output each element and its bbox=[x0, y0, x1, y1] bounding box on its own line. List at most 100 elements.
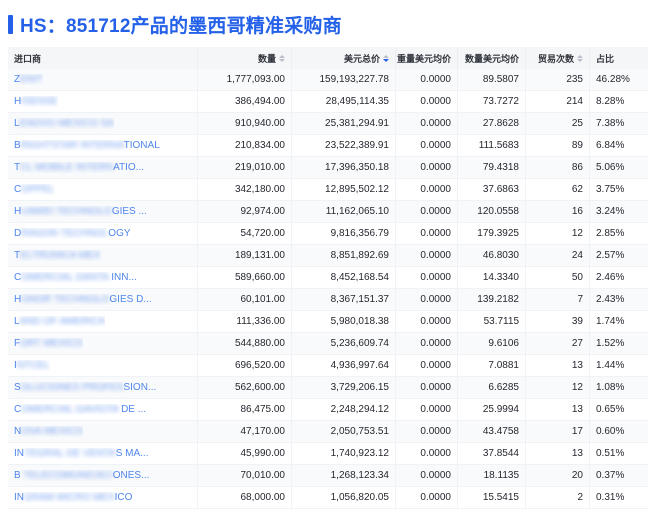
importer-link[interactable]: HUAWEI TECHNOLOGIES ... bbox=[14, 206, 147, 217]
column-header-quantity[interactable]: 数量 bbox=[198, 47, 292, 69]
importer-cell: LENOVO MEXICO SA bbox=[8, 113, 198, 134]
weight-avg-cell: 0.0000 bbox=[396, 201, 458, 222]
trade-count-cell: 12 bbox=[526, 223, 590, 244]
title-accent-bar bbox=[8, 15, 13, 34]
sort-asc-icon[interactable] bbox=[279, 54, 285, 58]
importer-link[interactable]: HONOR TECHNOLOGIES D... bbox=[14, 294, 152, 305]
usd-total-cell: 28,495,114.35 bbox=[292, 91, 396, 112]
importer-cell: ZENIT bbox=[8, 69, 198, 90]
importer-link[interactable]: COMERCIAL GAVIOTA DE ... bbox=[14, 404, 146, 415]
sort-desc-icon[interactable] bbox=[577, 58, 583, 62]
importer-link[interactable]: HISENSE bbox=[14, 96, 58, 107]
table-header-row: 进口商 数量 美元总价 重量美元均价 数量美元均价 贸易次数 占比 bbox=[8, 47, 648, 69]
importer-link[interactable]: TCL MOBILE INTERNATIO... bbox=[14, 162, 144, 173]
importer-link[interactable]: DRAGON TECHNOLOGY bbox=[14, 228, 131, 239]
importer-name-visible: S MA... bbox=[115, 448, 149, 459]
table-row: NOVA MEXICO 47,170.00 2,050,753.51 0.000… bbox=[8, 421, 648, 443]
importer-name-censored: OVA MEXICO bbox=[21, 426, 84, 437]
importer-link[interactable]: INGRAM MICRO MEXICO bbox=[14, 492, 132, 503]
importer-name-censored: ISENSE bbox=[21, 96, 58, 107]
importer-name-censored: RAGON TECHNOL bbox=[21, 228, 109, 239]
trade-count-cell: 12 bbox=[526, 377, 590, 398]
sort-desc-icon[interactable] bbox=[279, 58, 285, 62]
usd-total-cell: 159,193,227.78 bbox=[292, 69, 396, 90]
trade-count-cell: 86 bbox=[526, 157, 590, 178]
importer-name-visible: SION... bbox=[123, 382, 157, 393]
usd-total-cell: 1,740,923.12 bbox=[292, 443, 396, 464]
trade-count-cell: 16 bbox=[526, 201, 590, 222]
quantity-avg-cell: 15.5415 bbox=[458, 487, 526, 508]
importer-cell: INGRAM MICRO MEXICO bbox=[8, 487, 198, 508]
sort-asc-icon[interactable] bbox=[383, 54, 389, 58]
importer-cell: HONOR TECHNOLOGIES D... bbox=[8, 289, 198, 310]
usd-total-cell: 1,268,123.34 bbox=[292, 465, 396, 486]
page-title: HS：851712产品的墨西哥精准采购商 bbox=[20, 16, 342, 37]
importer-name-censored: ORT MEXICO bbox=[20, 338, 84, 349]
trade-count-cell: 214 bbox=[526, 91, 590, 112]
importer-link[interactable]: INTCEL bbox=[14, 360, 50, 371]
trade-count-cell: 235 bbox=[526, 69, 590, 90]
importer-link[interactable]: COPPEL bbox=[14, 184, 55, 195]
sort-desc-icon[interactable] bbox=[383, 58, 389, 62]
table-row: SOLUCIONES PROFESSION... 562,600.00 3,72… bbox=[8, 377, 648, 399]
importer-link[interactable]: TELTRONICA MEX bbox=[14, 250, 101, 261]
weight-avg-cell: 0.0000 bbox=[396, 157, 458, 178]
importer-cell: HUAWEI TECHNOLOGIES ... bbox=[8, 201, 198, 222]
usd-total-cell: 4,936,997.64 bbox=[292, 355, 396, 376]
usd-total-cell: 8,367,151.37 bbox=[292, 289, 396, 310]
share-cell: 0.51% bbox=[596, 448, 625, 459]
importer-link[interactable]: LENOVO MEXICO SA bbox=[14, 118, 114, 129]
share-cell: 6.84% bbox=[596, 140, 625, 151]
table-row: COMERCIAL GAVIOTA DE ... 86,475.00 2,248… bbox=[8, 399, 648, 421]
quantity-cell: 210,834.00 bbox=[198, 135, 292, 156]
importer-link[interactable]: LAND OF AMERICA bbox=[14, 316, 105, 327]
importer-name-censored: UAWEI TECHNOLO bbox=[21, 206, 112, 217]
table-row: HONOR TECHNOLOGIES D... 60,101.00 8,367,… bbox=[8, 289, 648, 311]
table-row: LAND OF AMERICA 111,336.00 5,980,018.38 … bbox=[8, 311, 648, 333]
share-cell: 0.65% bbox=[596, 404, 625, 415]
importer-name-visible: GIES D... bbox=[109, 294, 152, 305]
quantity-cell: 386,494.00 bbox=[198, 91, 292, 112]
table-row: INTCEL 696,520.00 4,936,997.64 0.0000 7.… bbox=[8, 355, 648, 377]
share-cell: 1.74% bbox=[596, 316, 625, 327]
importer-name-visible: B bbox=[14, 470, 21, 481]
share-cell: 3.24% bbox=[596, 206, 625, 217]
weight-avg-cell: 0.0000 bbox=[396, 289, 458, 310]
sort-icons[interactable] bbox=[577, 54, 583, 62]
importer-link[interactable]: INTEGRAL DE VENTAS MA... bbox=[14, 448, 148, 459]
trade-count-cell: 13 bbox=[526, 443, 590, 464]
importer-link[interactable]: B TELECOMUNICACIONES... bbox=[14, 470, 149, 481]
weight-avg-cell: 0.0000 bbox=[396, 223, 458, 244]
share-cell: 1.44% bbox=[596, 360, 625, 371]
column-header-trade-count[interactable]: 贸易次数 bbox=[526, 47, 590, 69]
importer-link[interactable]: BRIGHTSTAR INTERNATIONAL bbox=[14, 140, 160, 151]
weight-avg-cell: 0.0000 bbox=[396, 267, 458, 288]
trade-count-cell: 50 bbox=[526, 267, 590, 288]
importer-link[interactable]: ZENIT bbox=[14, 74, 43, 85]
usd-total-cell: 12,895,502.12 bbox=[292, 179, 396, 200]
table-row: INTEGRAL DE VENTAS MA... 45,990.00 1,740… bbox=[8, 443, 648, 465]
weight-avg-cell: 0.0000 bbox=[396, 245, 458, 266]
importer-link[interactable]: COMERCIAL DANTA INN... bbox=[14, 272, 137, 283]
importer-cell: COPPEL bbox=[8, 179, 198, 200]
quantity-cell: 68,000.00 bbox=[198, 487, 292, 508]
usd-total-cell: 1,056,820.05 bbox=[292, 487, 396, 508]
sort-icons[interactable] bbox=[279, 54, 285, 62]
importer-name-visible: IN bbox=[14, 492, 24, 503]
column-header-usd-total[interactable]: 美元总价 bbox=[292, 47, 396, 69]
importer-name-censored: OPPEL bbox=[21, 184, 55, 195]
sort-icons[interactable] bbox=[383, 54, 389, 62]
usd-total-cell: 8,851,892.69 bbox=[292, 245, 396, 266]
importer-link[interactable]: FORT MEXICO bbox=[14, 338, 83, 349]
quantity-avg-cell: 25.9994 bbox=[458, 399, 526, 420]
table-row: FORT MEXICO 544,880.00 5,236,609.74 0.00… bbox=[8, 333, 648, 355]
importer-link[interactable]: SOLUCIONES PROFESSION... bbox=[14, 382, 156, 393]
weight-avg-cell: 0.0000 bbox=[396, 135, 458, 156]
quantity-avg-cell: 37.8544 bbox=[458, 443, 526, 464]
importer-link[interactable]: NOVA MEXICO bbox=[14, 426, 83, 437]
importer-cell: SOLUCIONES PROFESSION... bbox=[8, 377, 198, 398]
importer-name-censored: TELECOMUNICACI bbox=[20, 470, 113, 481]
sort-asc-icon[interactable] bbox=[577, 54, 583, 58]
quantity-avg-cell: 18.1135 bbox=[458, 465, 526, 486]
column-header-quantity-avg: 数量美元均价 bbox=[458, 47, 526, 69]
